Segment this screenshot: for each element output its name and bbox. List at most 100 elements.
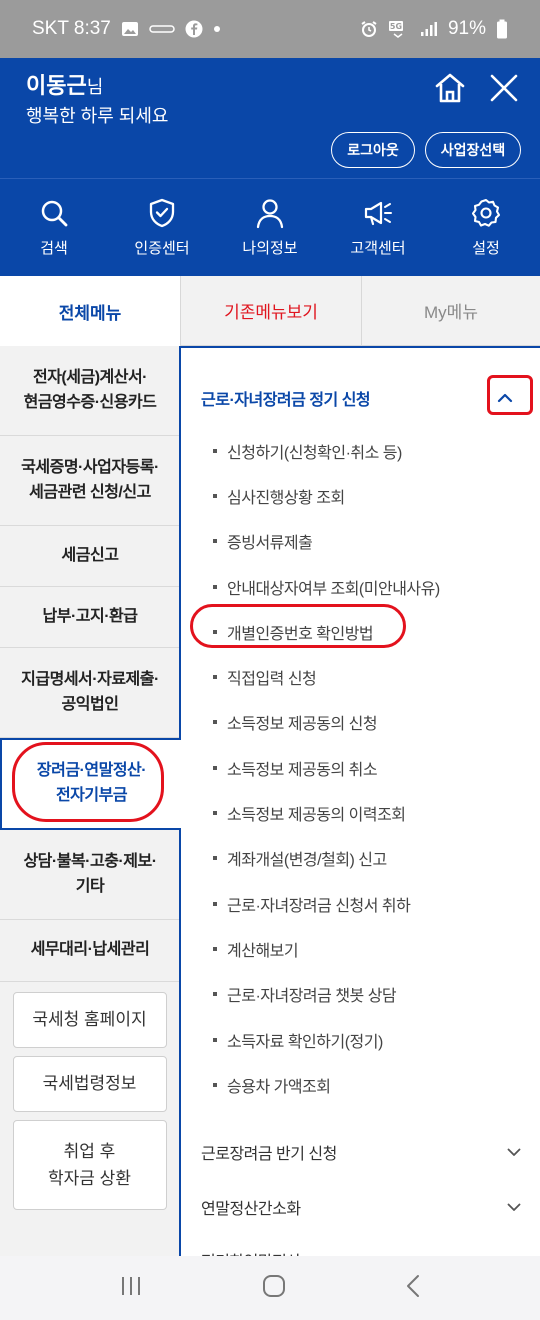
submenu-item[interactable]: 계좌개설(변경/철회) 신고 (213, 836, 440, 881)
category-label: 세금신고 (61, 546, 119, 564)
submenu-item-label: 개별인증번호 확인방법 (227, 625, 374, 643)
category-list: 전자(세금)계산서· 현금영수증·신용카드 국세증명·사업자등록· 세금관련 신… (0, 346, 181, 1256)
chevron-down-icon (507, 1148, 521, 1156)
person-icon (256, 199, 284, 229)
submenu-item[interactable]: 소득정보 제공동의 이력조회 (213, 790, 440, 835)
submenu-item[interactable]: 신청하기(신청확인·취소 등) (213, 428, 440, 473)
5g-signal-icon: 5G (388, 20, 410, 38)
submenu-item-label: 계좌개설(변경/철회) 신고 (227, 852, 387, 870)
submenu-group-collapsed[interactable]: 연말정산간소화 (201, 1187, 521, 1227)
logout-button[interactable]: 로그아웃 (331, 132, 415, 168)
recent-apps-button[interactable] (119, 1275, 143, 1302)
submenu-item[interactable]: 증빙서류제출 (213, 519, 440, 564)
submenu-item[interactable]: 근로·자녀장려금 챗봇 상담 (213, 972, 440, 1017)
chevron-up-icon (497, 393, 513, 403)
tax-law-info-button[interactable]: 국세법령정보 (12, 1056, 167, 1112)
category-item[interactable]: 전자(세금)계산서· 현금영수증·신용카드 (0, 346, 180, 436)
submenu-item-label: 증빙서류제출 (227, 535, 313, 553)
collapse-group-button[interactable] (491, 384, 519, 412)
submenu-item-label: 계산해보기 (227, 942, 299, 960)
bullet-icon (213, 1082, 217, 1087)
quick-nav-auth-center[interactable]: 인증센터 (108, 179, 216, 276)
quick-nav-customer-center[interactable]: 고객센터 (324, 179, 432, 276)
site-select-button[interactable]: 사업장선택 (425, 132, 521, 168)
gear-icon (471, 198, 501, 227)
gallery-notification-icon (121, 21, 139, 37)
submenu-list: 신청하기(신청확인·취소 등) 심사진행상황 조회 증빙서류제출 안내대상자여부… (213, 428, 440, 1107)
category-label: 장려금·연말정산· 전자기부금 (36, 762, 147, 804)
bullet-icon (213, 811, 217, 816)
bullet-icon (213, 448, 217, 453)
battery-icon (496, 19, 508, 39)
bullet-icon (213, 856, 217, 861)
home-button[interactable] (432, 70, 468, 106)
submenu-group-collapsed[interactable]: 근로장려금 반기 신청 (201, 1132, 521, 1172)
student-loan-repayment-button[interactable]: 취업 후 학자금 상환 (12, 1120, 167, 1210)
submenu-item-label: 승용차 가액조회 (227, 1078, 331, 1096)
submenu-item[interactable]: 안내대상자여부 조회(미안내사유) (213, 564, 440, 609)
category-label: 납부·고지·환급 (42, 607, 138, 625)
bullet-icon (213, 1037, 217, 1042)
quick-nav-search[interactable]: 검색 (0, 179, 108, 276)
cell-signal-icon (420, 21, 438, 37)
bullet-icon (213, 629, 217, 634)
submenu-item-label: 신청하기(신청확인·취소 등) (227, 444, 402, 462)
category-item-active[interactable]: 장려금·연말정산· 전자기부금 (0, 738, 181, 830)
megaphone-icon (364, 201, 392, 226)
close-icon (490, 74, 518, 102)
bullet-icon (213, 584, 217, 589)
home-nav-button[interactable] (262, 1274, 286, 1303)
submenu-item-label: 소득정보 제공동의 취소 (227, 761, 378, 779)
bullet-icon (213, 675, 217, 680)
submenu-item-label: 직접입력 신청 (227, 671, 317, 689)
submenu-item[interactable]: 소득정보 제공동의 취소 (213, 745, 440, 790)
quick-nav-settings[interactable]: 설정 (432, 179, 540, 276)
submenu-item[interactable]: 개별인증번호 확인방법 (213, 609, 440, 654)
user-name: 이동근 (26, 73, 87, 98)
close-menu-button[interactable] (486, 70, 522, 106)
quick-nav-my-info[interactable]: 나의정보 (216, 179, 324, 276)
bullet-icon (213, 539, 217, 544)
submenu-group-label: 근로장려금 반기 신청 (201, 1146, 337, 1163)
search-icon (41, 200, 68, 227)
tab-my-menu[interactable]: My메뉴 (361, 276, 540, 346)
category-label: 세무대리·납세관리 (30, 941, 150, 959)
bullet-icon (213, 493, 217, 498)
submenu-item[interactable]: 근로·자녀장려금 신청서 취하 (213, 881, 440, 926)
category-item[interactable]: 지급명세서·자료제출· 공익법인 (0, 648, 180, 738)
nts-homepage-button[interactable]: 국세청 홈페이지 (12, 992, 167, 1048)
category-item[interactable]: 납부·고지·환급 (0, 587, 180, 648)
more-notifications-icon (213, 25, 221, 33)
category-item[interactable]: 상담·불복·고충·제보· 기타 (0, 830, 180, 920)
category-label: 국세증명·사업자등록· 세금관련 신청/신고 (21, 458, 159, 501)
submenu-item-label: 심사진행상황 조회 (227, 489, 345, 507)
back-button[interactable] (405, 1274, 421, 1303)
recent-apps-icon (122, 1276, 141, 1295)
submenu-item[interactable]: 소득자료 확인하기(정기) (213, 1017, 440, 1062)
tab-classic-menu[interactable]: 기존메뉴보기 (180, 276, 361, 346)
submenu-item[interactable]: 소득정보 제공동의 신청 (213, 700, 440, 745)
quick-nav-label: 고객센터 (350, 240, 406, 257)
app-notification-icon (149, 23, 175, 35)
user-greeting-name: 이동근님 (26, 68, 103, 100)
category-item[interactable]: 세금신고 (0, 526, 180, 587)
back-chevron-icon (406, 1274, 419, 1297)
user-honorific: 님 (86, 77, 104, 97)
submenu-item[interactable]: 계산해보기 (213, 926, 440, 971)
submenu-item-label: 소득정보 제공동의 이력조회 (227, 807, 406, 825)
submenu-group-collapsed[interactable]: 편리한연말정산 (201, 1240, 521, 1256)
submenu-item[interactable]: 승용차 가액조회 (213, 1062, 440, 1107)
quick-nav-label: 인증센터 (134, 240, 190, 257)
submenu-group-title[interactable]: 근로·자녀장려금 정기 신청 (201, 386, 371, 410)
home-circle-icon (262, 1274, 285, 1297)
category-item[interactable]: 국세증명·사업자등록· 세금관련 신청/신고 (0, 436, 180, 526)
greeting-text: 행복한 하루 되세요 (26, 106, 169, 126)
bullet-icon (213, 765, 217, 770)
category-item[interactable]: 세무대리·납세관리 (0, 920, 180, 982)
bullet-icon (213, 720, 217, 725)
app-header: 이동근님 행복한 하루 되세요 로그아웃 사업장선택 (0, 58, 540, 178)
submenu-item[interactable]: 심사진행상황 조회 (213, 473, 440, 518)
bullet-icon (213, 946, 217, 951)
submenu-item[interactable]: 직접입력 신청 (213, 654, 440, 699)
tab-all-menu[interactable]: 전체메뉴 (0, 276, 180, 346)
